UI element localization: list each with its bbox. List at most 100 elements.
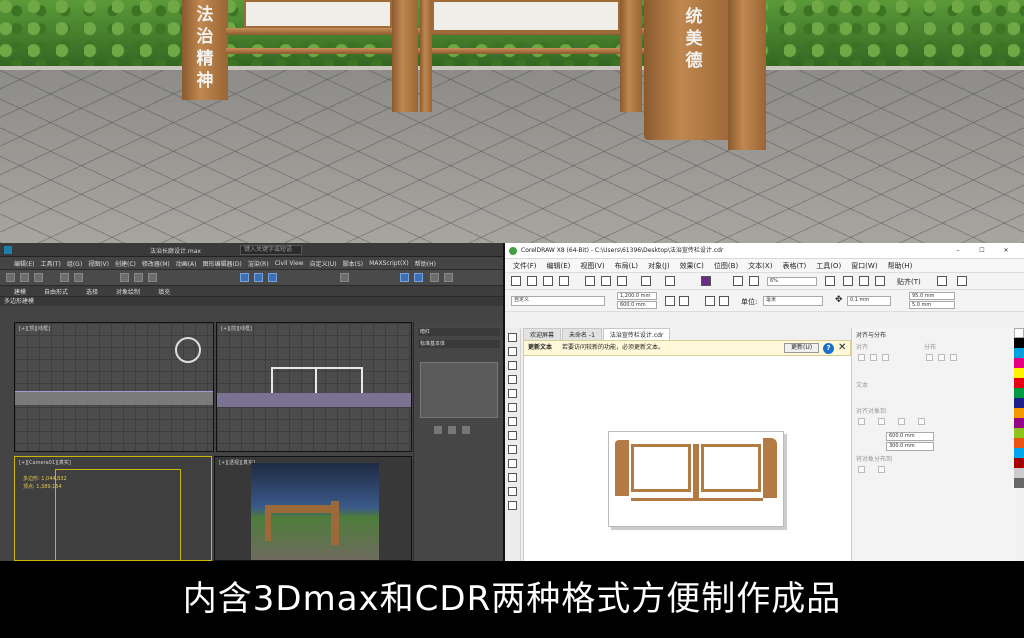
palette-swatch[interactable] — [1014, 418, 1024, 428]
palette-swatch[interactable] — [1014, 468, 1024, 478]
max-search-input[interactable]: 键入关键字或短语 — [240, 245, 302, 255]
max-menu-item[interactable]: 动画(A) — [176, 259, 197, 268]
mirror-icon[interactable] — [340, 273, 349, 282]
page-height-input[interactable]: 600.0 mm — [617, 301, 657, 309]
palette-swatch[interactable] — [1014, 458, 1024, 468]
text-tool-icon[interactable] — [508, 459, 517, 468]
close-notification-icon[interactable]: ✕ — [838, 341, 846, 355]
full-screen-icon[interactable] — [825, 276, 835, 286]
units-select[interactable]: 毫米 — [763, 296, 823, 306]
material-editor-icon[interactable] — [400, 273, 409, 282]
polygon-tool-icon[interactable] — [508, 445, 517, 454]
link-icon[interactable] — [34, 273, 43, 282]
cdr-menu-item[interactable]: 视图(V) — [580, 261, 604, 271]
minimize-icon[interactable]: – — [951, 243, 965, 259]
viewport-camera[interactable]: [+][Camera01][真实] 多边形: 1,044,832 顶点: 1,3… — [14, 456, 212, 561]
import-icon[interactable] — [733, 276, 743, 286]
align-right-icon[interactable] — [882, 354, 889, 361]
rectangle-tool-icon[interactable] — [508, 417, 517, 426]
export-icon[interactable] — [749, 276, 759, 286]
palette-swatch[interactable] — [1014, 348, 1024, 358]
docker-x-input[interactable]: 600.0 mm — [886, 432, 934, 441]
duplicate-x-input[interactable]: 95.0 mm — [909, 292, 955, 300]
ribbon-tab[interactable]: 建模 — [14, 287, 26, 296]
align-to-page-edge-icon[interactable] — [878, 418, 885, 425]
nudge-distance-input[interactable]: 0.1 mm — [847, 296, 891, 306]
align-left-icon[interactable] — [858, 354, 865, 361]
corel-connect-icon[interactable] — [701, 276, 711, 286]
interactive-fill-icon[interactable] — [508, 501, 517, 510]
maximize-icon[interactable]: ☐ — [975, 243, 989, 259]
show-grid-icon[interactable] — [859, 276, 869, 286]
palette-swatch[interactable] — [1014, 448, 1024, 458]
cdr-menu-item[interactable]: 对象(J) — [648, 261, 670, 271]
max-menu-item[interactable]: 脚本(S) — [343, 259, 364, 268]
redo-icon[interactable] — [20, 273, 29, 282]
zoom-tool-icon[interactable] — [508, 375, 517, 384]
viewcube-icon[interactable] — [175, 337, 201, 363]
paste-icon[interactable] — [617, 276, 627, 286]
palette-swatch[interactable] — [1014, 328, 1024, 338]
rotate-icon[interactable] — [134, 273, 143, 282]
align-to-active-icon[interactable] — [858, 418, 865, 425]
freehand-tool-icon[interactable] — [508, 389, 517, 398]
align-to-grid-icon[interactable] — [918, 418, 925, 425]
duplicate-y-input[interactable]: 5.0 mm — [909, 301, 955, 309]
angle-snap-icon[interactable] — [254, 273, 263, 282]
max-menu-item[interactable]: Civil View — [275, 260, 304, 267]
ribbon-tab[interactable]: 对象绘制 — [116, 287, 140, 296]
open-icon[interactable] — [527, 276, 537, 286]
launch-icon[interactable] — [957, 276, 967, 286]
palette-swatch[interactable] — [1014, 398, 1024, 408]
distribute-to-selection-icon[interactable] — [858, 466, 865, 473]
palette-swatch[interactable] — [1014, 388, 1024, 398]
cdr-menu-item[interactable]: 文本(X) — [748, 261, 772, 271]
palette-swatch[interactable] — [1014, 438, 1024, 448]
select-icon[interactable] — [60, 273, 69, 282]
parallel-dimension-icon[interactable] — [508, 473, 517, 482]
page-width-input[interactable]: 1,200.0 mm — [617, 292, 657, 300]
move-icon[interactable] — [120, 273, 129, 282]
max-menu-item[interactable]: 创建(C) — [115, 259, 136, 268]
options-icon[interactable] — [937, 276, 947, 286]
shape-tool-icon[interactable] — [508, 347, 517, 356]
max-menu-item[interactable]: 图形编辑器(D) — [203, 259, 242, 268]
current-page-icon[interactable] — [719, 296, 729, 306]
crop-tool-icon[interactable] — [508, 361, 517, 370]
print-icon[interactable] — [559, 276, 569, 286]
save-icon[interactable] — [543, 276, 553, 286]
pin-icon[interactable] — [434, 426, 442, 434]
max-menu-item[interactable]: 渲染(R) — [248, 259, 269, 268]
viewport-top[interactable]: [+][顶][线框] — [14, 322, 214, 452]
palette-swatch[interactable] — [1014, 338, 1024, 348]
max-menu-item[interactable]: 帮助(H) — [415, 259, 436, 268]
palette-swatch[interactable] — [1014, 428, 1024, 438]
max-menu-item[interactable]: 视图(V) — [88, 259, 109, 268]
modifier-icon[interactable] — [448, 426, 456, 434]
max-menu-item[interactable]: MAXScript(X) — [369, 260, 409, 267]
cdr-menu-item[interactable]: 位图(B) — [714, 261, 738, 271]
snap-icon[interactable] — [240, 273, 249, 282]
redo-icon[interactable] — [665, 276, 675, 286]
max-menu-item[interactable]: 工具(T) — [40, 259, 60, 268]
max-menu-item[interactable]: 自定义(U) — [310, 259, 337, 268]
max-menu-item[interactable]: 组(G) — [67, 259, 82, 268]
tab-document[interactable]: 法治宣传栏设计.cdr — [602, 328, 671, 340]
show-rulers-icon[interactable] — [843, 276, 853, 286]
cdr-menu-item[interactable]: 布局(L) — [615, 261, 638, 271]
distribute-to-page-icon[interactable] — [878, 466, 885, 473]
distribute-right-icon[interactable] — [950, 354, 957, 361]
select-region-icon[interactable] — [74, 273, 83, 282]
max-menu-item[interactable]: 修改器(M) — [142, 259, 170, 268]
render-icon[interactable] — [430, 273, 439, 282]
portrait-icon[interactable] — [665, 296, 675, 306]
new-document-icon[interactable] — [511, 276, 521, 286]
update-button[interactable]: 更新(U) — [784, 343, 820, 353]
tab-untitled[interactable]: 未命名 -1 — [562, 328, 602, 340]
cdr-menu-item[interactable]: 编辑(E) — [547, 261, 571, 271]
cdr-menu-item[interactable]: 文件(F) — [513, 261, 537, 271]
snap-to-menu[interactable]: 贴齐(T) — [897, 277, 921, 287]
cdr-menu-item[interactable]: 表格(T) — [782, 261, 806, 271]
help-icon[interactable]: ? — [823, 343, 834, 354]
palette-swatch[interactable] — [1014, 358, 1024, 368]
